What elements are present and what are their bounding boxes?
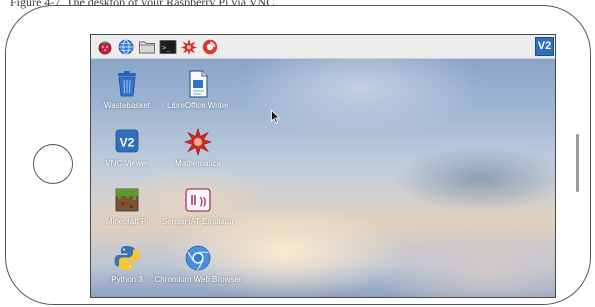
phone-frame: >_ V2 Wastebasket LibreOffice Writer V2 … [5,5,591,305]
grass-block-icon [112,185,142,215]
desktop-icon-mathematica[interactable]: Mathematica [153,127,243,168]
terminal-icon[interactable]: >_ [159,38,177,56]
desktop-icon-label: SenseHAT Emulator [161,217,235,226]
side-speaker [576,134,579,192]
mouse-pointer-icon [271,109,281,124]
web-browser-icon[interactable] [117,38,135,56]
terminal-prompt: >_ [162,44,171,52]
desktop-icon-sense-hat[interactable]: )) SenseHAT Emulator [153,185,243,226]
chromium-icon [183,243,213,273]
raspberry-menu-icon[interactable] [96,38,114,56]
mathematica-icon[interactable] [180,38,198,56]
spiky-star-icon [183,127,213,157]
vnc-icon: V2 [112,127,142,157]
vnc-tray-icon[interactable]: V2 [535,37,554,56]
taskbar: >_ V2 [91,35,555,59]
desktop-icon-label: Chromium Web Browser [154,275,242,284]
trash-icon [112,69,142,99]
desktop-icon-label: LibreOffice Writer [167,101,229,110]
python-icon [112,243,142,273]
sense-hat-glyph: )) [200,197,207,208]
desktop-icon-label: Mathematica [175,159,221,168]
desktop-screen[interactable]: >_ V2 Wastebasket LibreOffice Writer V2 … [90,34,556,298]
wireless-tag-icon: )) [183,185,213,215]
desktop-icon-chromium[interactable]: Chromium Web Browser [153,243,243,284]
wolfram-icon[interactable] [201,38,219,56]
vnc-glyph: V2 [120,136,135,150]
file-manager-icon[interactable] [138,38,156,56]
document-icon [183,69,213,99]
desktop-icon-writer[interactable]: LibreOffice Writer [153,69,243,110]
home-button[interactable] [33,144,73,184]
